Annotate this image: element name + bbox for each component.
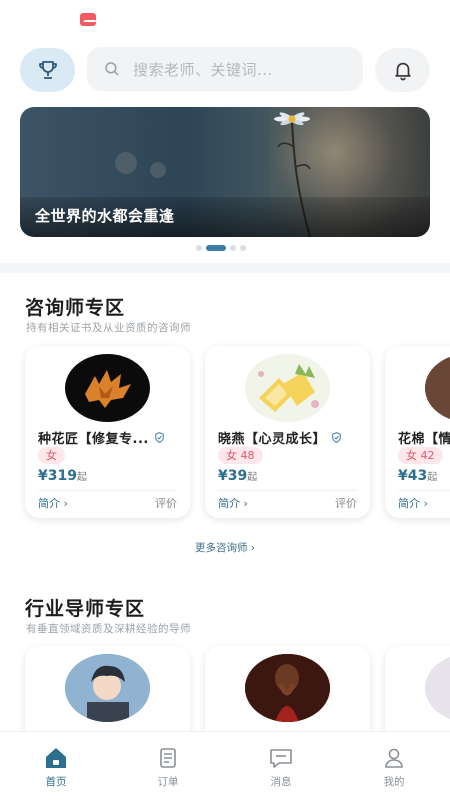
counselor-name: 种花匠【修复专... [38, 432, 149, 447]
counselor-avatar [245, 354, 330, 422]
counselor-avatar [65, 354, 150, 422]
tab-label: 订单 [157, 776, 179, 788]
carousel-dot[interactable] [230, 245, 236, 251]
intro-link[interactable]: 简介 › [218, 495, 248, 511]
intro-link[interactable]: 简介 › [38, 495, 68, 511]
top-bar: 搜索老师、关键词... [0, 46, 450, 94]
counselor-card[interactable]: 晓燕【心灵成长】 女 48 ¥39起 简介 › 评价 [205, 346, 370, 518]
card-divider [218, 490, 357, 491]
mentor-avatar [425, 654, 450, 722]
notification-button[interactable] [375, 48, 430, 92]
card-divider [398, 490, 450, 491]
counselor-name: 晓燕【心灵成长】 [218, 432, 327, 447]
mentor-section-subtitle: 有垂直领域资质及深耕经验的导师 [26, 623, 191, 635]
carousel-dot[interactable] [240, 245, 246, 251]
gender-age-tag: 女 42 [398, 447, 443, 464]
price: ¥39起 [218, 468, 258, 484]
carousel-indicator [196, 245, 246, 251]
price: ¥43起 [398, 468, 438, 484]
tab-label: 我的 [383, 776, 405, 788]
review-link[interactable]: 评价 [335, 495, 357, 511]
review-link[interactable]: 评价 [155, 495, 177, 511]
search-placeholder: 搜索老师、关键词... [133, 60, 273, 79]
gender-age-tag: 女 [38, 447, 65, 464]
banner-bokeh [115, 152, 137, 174]
tab-messages[interactable]: 消息 [225, 732, 337, 800]
verified-shield-icon [154, 432, 164, 443]
card-divider [38, 490, 177, 491]
banner-carousel[interactable]: 全世界的水都会重逢 [20, 107, 430, 237]
mentor-avatar [65, 654, 150, 722]
counselor-card[interactable]: 花棉【情 女 42 ¥43起 简介 › [385, 346, 450, 518]
counselor-section-title: 咨询师专区 [25, 297, 126, 319]
bell-icon [394, 62, 411, 81]
profile-icon [385, 748, 403, 768]
intro-link[interactable]: 简介 › [398, 495, 428, 511]
gender-age-tag: 女 48 [218, 447, 263, 464]
verified-shield-icon [332, 432, 341, 443]
price: ¥319起 [38, 468, 87, 484]
mentor-avatar [245, 654, 330, 722]
banner-bokeh [150, 162, 166, 178]
search-icon [105, 62, 119, 76]
message-icon [270, 749, 292, 768]
trophy-button[interactable] [20, 48, 75, 92]
home-icon [46, 748, 66, 768]
carousel-dot[interactable] [196, 245, 202, 251]
mentor-section-title: 行业导师专区 [25, 598, 146, 620]
counselor-name: 花棉【情 [398, 432, 450, 447]
bottom-tab-bar: 首页 订单 消息 我的 [0, 731, 450, 800]
counselor-avatar [425, 354, 450, 422]
home-screen: 搜索老师、关键词... 全世界的水都会重逢 咨询师专区 持有相关证书及从业资质的… [0, 0, 450, 800]
carousel-dot-active[interactable] [206, 245, 226, 251]
tab-home[interactable]: 首页 [0, 732, 112, 800]
trophy-icon [38, 61, 57, 79]
counselor-card[interactable]: 种花匠【修复专... 女 ¥319起 简介 › 评价 [25, 346, 190, 518]
section-divider [0, 263, 450, 273]
tab-label: 首页 [45, 776, 67, 788]
notification-status-icon [80, 13, 97, 26]
banner-caption: 全世界的水都会重逢 [35, 207, 175, 225]
orders-icon [160, 748, 176, 768]
tab-orders[interactable]: 订单 [112, 732, 224, 800]
counselor-section-subtitle: 持有相关证书及从业资质的咨询师 [26, 322, 191, 334]
more-counselors-link[interactable]: 更多咨询师 › [0, 540, 450, 555]
tab-profile[interactable]: 我的 [338, 732, 450, 800]
search-input[interactable]: 搜索老师、关键词... [87, 47, 363, 91]
tab-label: 消息 [270, 776, 292, 788]
